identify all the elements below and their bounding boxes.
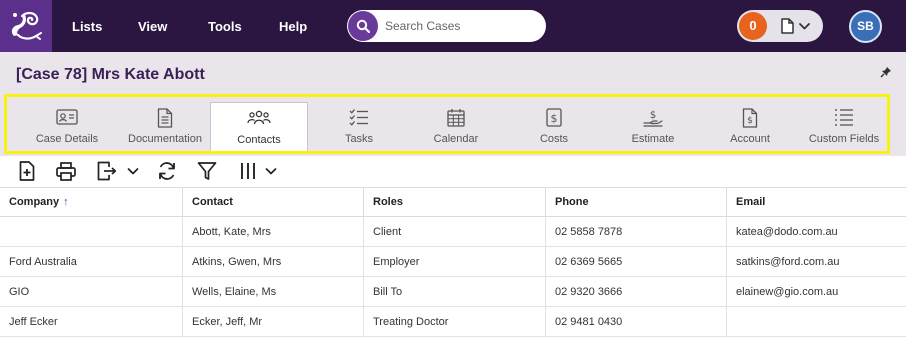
export-button[interactable] — [97, 160, 139, 182]
cell-email: elainew@gio.com.au — [726, 277, 906, 307]
export-icon — [97, 161, 117, 181]
cell-company: Ford Australia — [9, 256, 77, 268]
tab-account[interactable]: $ Account — [704, 97, 796, 151]
cell-contact: Atkins, Gwen, Mrs — [182, 247, 363, 277]
cell-contact: Ecker, Jeff, Mr — [182, 307, 363, 337]
column-header-label: Company — [9, 196, 60, 208]
cell-role: Client — [363, 217, 545, 247]
top-navigation-bar: Lists View Tools Help 0 SB — [0, 0, 906, 52]
refresh-icon — [159, 162, 175, 180]
cell-contact: Abott, Kate, Mrs — [182, 217, 363, 247]
table-row[interactable]: GIO Wells, Elaine, Ms Bill To 02 9320 36… — [0, 277, 906, 307]
calendar-icon — [447, 109, 465, 127]
notification-badge[interactable]: 0 — [739, 12, 767, 40]
column-header-roles[interactable]: Roles — [363, 188, 545, 217]
cell-email — [726, 307, 906, 337]
tab-contacts[interactable]: Contacts — [210, 102, 308, 151]
tab-label: Contacts — [237, 134, 281, 146]
svg-text:$: $ — [551, 112, 558, 125]
document-icon — [781, 18, 794, 34]
checklist-icon — [349, 109, 368, 126]
search-box — [347, 10, 546, 42]
tab-label: Estimate — [631, 133, 675, 145]
document-icon — [157, 108, 173, 128]
dollar-box-icon: $ — [546, 108, 562, 127]
search-input[interactable] — [385, 16, 535, 36]
cell-company: Jeff Ecker — [9, 316, 58, 328]
tab-label: Calendar — [433, 133, 479, 145]
people-icon — [247, 110, 271, 125]
nav-view[interactable]: View — [138, 0, 167, 52]
tab-case-details[interactable]: Case Details — [21, 97, 113, 151]
table-header: Company ↑ Contact Roles Phone Email — [0, 187, 906, 217]
columns-icon — [241, 163, 255, 179]
cell-company: GIO — [9, 286, 30, 298]
cell-phone: 02 5858 7878 — [545, 217, 726, 247]
tab-custom-fields[interactable]: Custom Fields — [802, 97, 886, 151]
tab-label: Documentation — [128, 133, 202, 145]
tab-label: Case Details — [35, 133, 99, 145]
cell-phone: 02 9481 0430 — [545, 307, 726, 337]
cell-role: Treating Doctor — [363, 307, 545, 337]
tab-calendar[interactable]: Calendar — [410, 97, 502, 151]
print-icon — [56, 161, 76, 181]
table-row[interactable]: Ford Australia Atkins, Gwen, Mrs Employe… — [0, 247, 906, 277]
filter-icon — [197, 162, 217, 180]
cell-role: Bill To — [363, 277, 545, 307]
tab-label: Tasks — [344, 133, 374, 145]
contacts-table: Company ↑ Contact Roles Phone Email Abott… — [0, 187, 906, 350]
app-logo[interactable] — [0, 0, 52, 52]
cell-phone: 02 6369 5665 — [545, 247, 726, 277]
page-title: [Case 78] Mrs Kate Abott — [16, 66, 205, 83]
tab-label: Costs — [539, 133, 569, 145]
column-header-phone[interactable]: Phone — [545, 188, 726, 217]
columns-button[interactable] — [240, 160, 277, 182]
id-card-icon — [56, 109, 78, 125]
tab-documentation[interactable]: Documentation — [117, 97, 213, 151]
cell-company — [0, 217, 182, 247]
svg-text:$: $ — [650, 110, 656, 121]
case-tab-bar: Case Details Documentation Contacts Task… — [4, 94, 890, 154]
chevron-down-icon — [265, 168, 277, 175]
tab-tasks[interactable]: Tasks — [317, 97, 401, 151]
case-header: [Case 78] Mrs Kate Abott Case Details Do… — [0, 52, 906, 156]
gecko-logo-icon — [11, 11, 42, 40]
table-row[interactable]: Abott, Kate, Mrs Client 02 5858 7878 kat… — [0, 217, 906, 247]
tab-costs[interactable]: $ Costs — [510, 97, 598, 151]
document-menu-pill[interactable]: 0 — [737, 10, 823, 42]
cell-email: katea@dodo.com.au — [726, 217, 906, 247]
grid-toolbar — [0, 156, 906, 186]
chevron-down-icon — [127, 168, 139, 175]
chevron-down-icon — [799, 23, 810, 30]
tab-label: Custom Fields — [808, 133, 880, 145]
list-icon — [835, 109, 853, 126]
tab-estimate[interactable]: $ Estimate — [606, 97, 700, 151]
sort-ascending-icon: ↑ — [63, 196, 69, 208]
column-header-contact[interactable]: Contact — [182, 188, 363, 217]
column-header-email[interactable]: Email — [726, 188, 906, 217]
add-icon — [19, 161, 35, 181]
cell-phone: 02 9320 3666 — [545, 277, 726, 307]
pin-icon[interactable] — [880, 66, 892, 78]
search-icon[interactable] — [348, 11, 378, 41]
dollar-doc-icon: $ — [742, 108, 758, 128]
filter-button[interactable] — [197, 160, 217, 182]
nav-help[interactable]: Help — [279, 0, 307, 52]
cell-role: Employer — [363, 247, 545, 277]
cell-email: satkins@ford.com.au — [726, 247, 906, 277]
column-header-company[interactable]: Company ↑ — [0, 188, 182, 217]
table-row[interactable]: Jeff Ecker Ecker, Jeff, Mr Treating Doct… — [0, 307, 906, 337]
nav-tools[interactable]: Tools — [208, 0, 242, 52]
dollar-hand-icon: $ — [643, 110, 663, 127]
svg-text:$: $ — [747, 116, 753, 126]
cell-contact: Wells, Elaine, Ms — [182, 277, 363, 307]
tab-label: Account — [730, 133, 770, 145]
user-avatar[interactable]: SB — [849, 10, 882, 43]
print-button[interactable] — [56, 160, 76, 182]
nav-lists[interactable]: Lists — [72, 0, 102, 52]
add-button[interactable] — [19, 160, 35, 182]
refresh-button[interactable] — [157, 160, 177, 182]
